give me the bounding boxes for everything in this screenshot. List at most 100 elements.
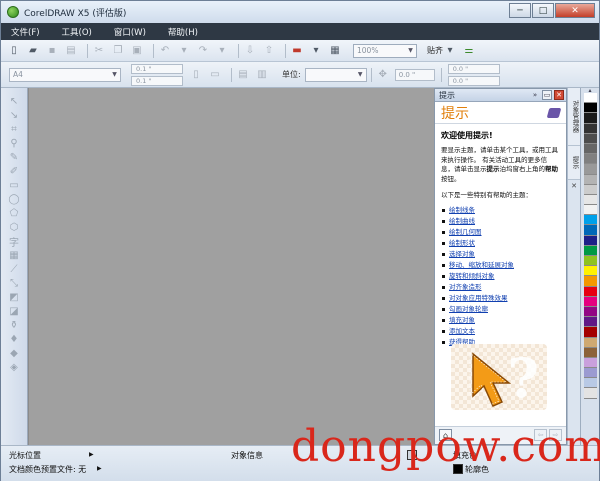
zoom-tool-icon[interactable]: ⚲ xyxy=(6,136,22,150)
rectangle-tool-icon[interactable]: ▭ xyxy=(6,178,22,192)
cut-icon[interactable]: ✂ xyxy=(92,44,106,57)
palette-swatch[interactable] xyxy=(584,296,597,307)
minimize-docker-icon[interactable]: ▭ xyxy=(542,90,552,100)
menu-window[interactable]: 窗口(W) xyxy=(114,26,146,38)
smart-fill-tool-icon[interactable]: ✐ xyxy=(6,164,22,178)
close-docker-icon[interactable]: ✕ xyxy=(554,90,564,100)
palette-swatch[interactable] xyxy=(584,113,597,124)
units-combo[interactable]: ▼ xyxy=(304,67,367,82)
palette-swatch[interactable] xyxy=(584,164,597,175)
palette-swatch[interactable] xyxy=(584,388,597,399)
menu-help[interactable]: 帮助(H) xyxy=(168,26,198,38)
caret-right-icon[interactable]: ▶ xyxy=(97,465,102,472)
options-icon[interactable]: ⚌ xyxy=(462,44,476,57)
zoom-level-combo[interactable]: 100% ▼ xyxy=(353,43,417,58)
palette-swatch[interactable] xyxy=(584,266,597,277)
palette-swatch[interactable] xyxy=(584,184,597,195)
welcome-screen-icon[interactable]: ▦ xyxy=(328,44,342,57)
ellipse-tool-icon[interactable]: ◯ xyxy=(6,192,22,206)
palette-swatch[interactable] xyxy=(584,357,597,369)
menu-tools[interactable]: 工具(O) xyxy=(62,26,92,38)
undo-icon[interactable]: ↶ xyxy=(158,44,172,57)
palette-swatch[interactable] xyxy=(584,347,597,358)
minimize-button[interactable]: ─ xyxy=(509,3,531,18)
open-folder-icon[interactable]: ▰ xyxy=(26,44,40,57)
print-icon[interactable]: ▤ xyxy=(64,44,78,57)
palette-swatch[interactable] xyxy=(584,378,597,389)
transparency-tool-icon[interactable]: ◪ xyxy=(6,304,22,318)
launcher-dropdown-icon[interactable]: ▾ xyxy=(309,44,323,57)
maximize-button[interactable]: □ xyxy=(532,3,554,18)
copy-icon[interactable]: ❐ xyxy=(111,44,125,57)
save-icon[interactable]: ▪ xyxy=(45,44,59,57)
basic-shapes-tool-icon[interactable]: ⬡ xyxy=(6,220,22,234)
freehand-tool-icon[interactable]: ✎ xyxy=(6,150,22,164)
palette-swatch[interactable] xyxy=(584,286,597,297)
topic-link[interactable]: 绘制几何图 xyxy=(441,227,560,238)
collapse-icon[interactable]: » xyxy=(530,90,540,100)
polygon-tool-icon[interactable]: ⬠ xyxy=(6,206,22,220)
shape-tool-icon[interactable]: ↘ xyxy=(6,108,22,122)
paste-icon[interactable]: ▣ xyxy=(130,44,144,57)
palette-swatch[interactable] xyxy=(584,368,597,379)
fill-tool-icon[interactable]: ◆ xyxy=(6,346,22,360)
topic-link[interactable]: 旋转和倾斜对象 xyxy=(441,271,560,282)
palette-swatch[interactable] xyxy=(584,123,597,134)
portrait-icon[interactable]: ▯ xyxy=(189,68,203,81)
nudge-distance-field[interactable]: 0.0 " xyxy=(394,68,435,81)
eyedropper-tool-icon[interactable]: ⚱ xyxy=(6,318,22,332)
snap-to-button[interactable]: 贴齐 xyxy=(427,45,443,56)
palette-swatch[interactable] xyxy=(584,256,597,267)
topic-link[interactable]: 对对象应用特殊效果 xyxy=(441,293,560,304)
export-icon[interactable]: ⇧ xyxy=(262,44,276,57)
new-document-icon[interactable]: ▯ xyxy=(7,44,21,57)
close-tab-icon[interactable]: ✕ xyxy=(568,182,580,190)
palette-swatch[interactable] xyxy=(584,194,597,206)
interactive-fill-tool-icon[interactable]: ◈ xyxy=(6,360,22,374)
topic-link[interactable]: 绘制线条 xyxy=(441,205,560,216)
topic-link[interactable]: 对齐象造形 xyxy=(441,282,560,293)
redo-icon[interactable]: ↷ xyxy=(196,44,210,57)
palette-swatch[interactable] xyxy=(584,215,597,226)
palette-swatch[interactable] xyxy=(584,235,597,246)
outline-tool-icon[interactable]: ♦ xyxy=(6,332,22,346)
caret-right-icon[interactable]: ▶ xyxy=(89,451,94,458)
topic-link[interactable]: 填充对象 xyxy=(441,315,560,326)
palette-swatch[interactable] xyxy=(584,306,597,318)
palette-swatch[interactable] xyxy=(584,225,597,236)
landscape-icon[interactable]: ▭ xyxy=(208,68,222,81)
palette-swatch[interactable] xyxy=(584,205,597,216)
tab-hints[interactable]: 提示 xyxy=(568,146,580,180)
palette-swatch[interactable] xyxy=(584,143,597,155)
text-tool-icon[interactable]: 字 xyxy=(6,234,22,249)
close-button[interactable]: ✕ xyxy=(555,3,595,18)
application-launcher-icon[interactable]: ▬ xyxy=(290,44,304,57)
palette-swatch[interactable] xyxy=(584,154,597,165)
import-icon[interactable]: ⇩ xyxy=(243,44,257,57)
topic-link[interactable]: 绘制曲线 xyxy=(441,216,560,227)
undo-dropdown-icon[interactable]: ▾ xyxy=(177,44,191,57)
topic-link[interactable]: 绘制形状 xyxy=(441,238,560,249)
crop-tool-icon[interactable]: ⌗ xyxy=(6,122,22,136)
palette-swatch[interactable] xyxy=(584,174,597,185)
all-pages-icon[interactable]: ▤ xyxy=(236,68,250,81)
duplicate-x-field[interactable]: 0.0 " xyxy=(447,63,500,74)
topic-link[interactable]: 移动、缩放和延展对象 xyxy=(441,260,560,271)
blend-tool-icon[interactable]: ◩ xyxy=(6,290,22,304)
palette-swatch[interactable] xyxy=(584,103,597,114)
snap-dropdown-icon[interactable]: ▾ xyxy=(443,44,457,57)
dimension-tool-icon[interactable]: ⟋ xyxy=(6,262,22,276)
pick-tool-icon[interactable]: ↖ xyxy=(6,94,22,108)
tab-object-manager[interactable]: 对象管理器 xyxy=(568,88,580,146)
palette-swatch[interactable] xyxy=(584,93,597,104)
palette-swatch[interactable] xyxy=(584,337,597,348)
palette-swatch[interactable] xyxy=(584,133,597,144)
menu-file[interactable]: 文件(F) xyxy=(11,26,40,38)
current-page-icon[interactable]: ▥ xyxy=(255,68,269,81)
page-height-field[interactable]: 0.1 " xyxy=(131,75,183,86)
topic-link[interactable]: 勾画对象轮廓 xyxy=(441,304,560,315)
table-tool-icon[interactable]: ▦ xyxy=(6,248,22,262)
page-width-field[interactable]: 0.1 " xyxy=(131,63,183,74)
topic-link[interactable]: 添加文本 xyxy=(441,326,560,337)
help-book-icon[interactable] xyxy=(546,107,562,118)
